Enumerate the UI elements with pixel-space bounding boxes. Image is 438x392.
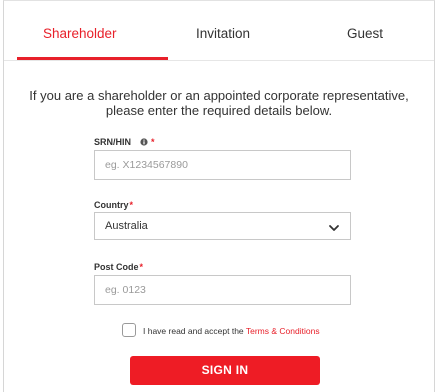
postcode-label-text: Post Code bbox=[94, 262, 139, 272]
country-label: Country* bbox=[94, 200, 133, 210]
srn-input[interactable]: eg. X1234567890 bbox=[94, 150, 351, 180]
country-required-mark: * bbox=[129, 200, 134, 210]
tab-guest[interactable]: Guest bbox=[347, 26, 383, 41]
srn-label: SRN/HIN * bbox=[94, 137, 155, 147]
country-selected-value: Australia bbox=[105, 220, 148, 232]
tab-shareholder[interactable]: Shareholder bbox=[43, 26, 117, 41]
tab-invitation[interactable]: Invitation bbox=[196, 26, 250, 41]
intro-line-2: please enter the required details below. bbox=[105, 103, 333, 118]
postcode-placeholder: eg. 0123 bbox=[105, 284, 146, 296]
login-panel: Shareholder Invitation Guest If you are … bbox=[3, 0, 435, 392]
postcode-label: Post Code* bbox=[94, 262, 143, 272]
country-label-text: Country bbox=[94, 200, 129, 210]
sign-in-button[interactable]: SIGN IN bbox=[130, 356, 320, 385]
postcode-required-mark: * bbox=[139, 262, 144, 272]
info-icon[interactable] bbox=[139, 138, 148, 146]
intro-line-1: If you are a shareholder or an appointed… bbox=[29, 88, 409, 103]
terms-prefix: I have read and accept the bbox=[143, 326, 246, 336]
active-tab-indicator bbox=[17, 57, 168, 60]
postcode-input[interactable]: eg. 0123 bbox=[94, 275, 351, 305]
terms-text: I have read and accept the Terms & Condi… bbox=[143, 326, 320, 336]
chevron-down-icon bbox=[328, 221, 340, 233]
srn-label-text: SRN/HIN bbox=[94, 137, 132, 147]
srn-placeholder: eg. X1234567890 bbox=[105, 159, 188, 171]
srn-required-mark: * bbox=[151, 137, 155, 147]
terms-checkbox[interactable] bbox=[122, 323, 136, 337]
terms-link[interactable]: Terms & Conditions bbox=[246, 326, 320, 336]
intro-text: If you are a shareholder or an appointed… bbox=[4, 88, 434, 118]
tab-bar: Shareholder Invitation Guest bbox=[4, 1, 434, 61]
country-select[interactable]: Australia bbox=[94, 212, 351, 240]
